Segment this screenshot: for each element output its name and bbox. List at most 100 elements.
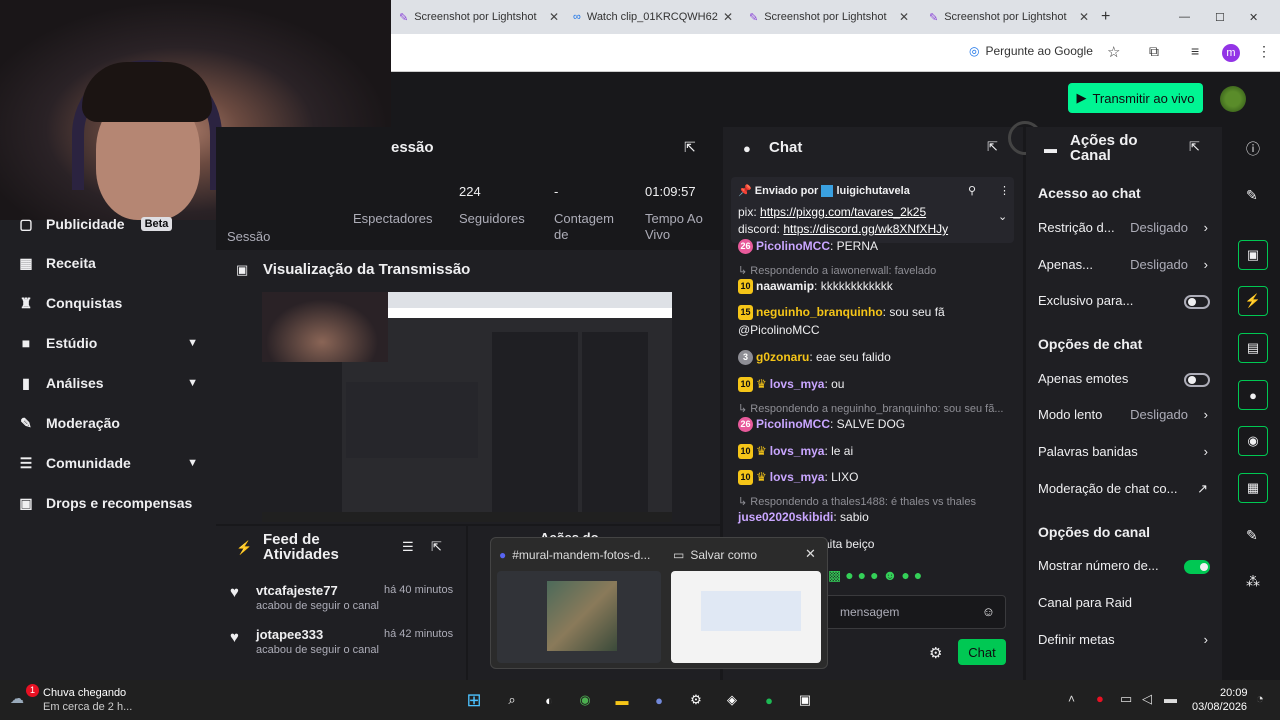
popout-icon[interactable]: ⇱ — [431, 539, 442, 555]
emoji-icon[interactable]: ☺ — [982, 604, 995, 619]
popout-icon[interactable]: ⇱ — [684, 139, 696, 156]
discord-link[interactable]: https://discord.gg/wk8XNfXHJy — [783, 222, 948, 236]
close-icon[interactable]: ✕ — [723, 10, 733, 24]
sidebar-item-studio[interactable]: ■ Estúdio ▼ — [18, 332, 198, 354]
sidebar-item-moderation[interactable]: ✎ Moderação — [18, 412, 198, 434]
new-tab-button[interactable]: + — [1101, 6, 1121, 28]
emotes-only-toggle[interactable] — [1184, 373, 1210, 387]
sidebar-item-ads[interactable]: ▢ Publicidade Beta — [18, 213, 198, 235]
chat-username[interactable]: lovs_mya — [770, 444, 825, 458]
unpin-icon[interactable]: ⚲ — [968, 184, 976, 197]
chat-username[interactable]: neguinho_branquinho — [756, 305, 883, 319]
share-icon[interactable]: ⁂ — [1246, 573, 1260, 590]
discord-thumbnail[interactable] — [497, 571, 661, 663]
chat-username[interactable]: PicolinoMCC — [756, 239, 830, 253]
popout-icon[interactable]: ⇱ — [1189, 139, 1200, 155]
exclusive-row[interactable]: Exclusivo para... — [1038, 293, 1210, 313]
sidebar-item-achievements[interactable]: ♜ Conquistas — [18, 292, 198, 314]
send-chat-button[interactable]: Chat — [958, 639, 1006, 665]
star-icon[interactable]: ☆ — [1107, 43, 1120, 61]
weather-title[interactable]: Chuva chegando — [43, 687, 126, 699]
chat-username[interactable]: lovs_mya — [770, 470, 825, 484]
steam-icon[interactable]: ◐ — [538, 689, 560, 711]
quick-action-layout[interactable]: ▦ — [1238, 473, 1268, 503]
slow-mode-row[interactable]: Modo lento Desligado › — [1038, 407, 1210, 427]
clock-time[interactable]: 20:09 — [1220, 687, 1248, 699]
network-icon[interactable]: ▭ — [1120, 691, 1132, 707]
wrench-icon[interactable]: ✎ — [1246, 527, 1258, 544]
browser-tab[interactable]: ✎ Screenshot por Lightshot ✕ — [399, 6, 559, 28]
raid-channel-row[interactable]: Canal para Raid — [1038, 595, 1210, 615]
stream-preview-image[interactable] — [262, 292, 672, 522]
close-window-icon[interactable]: ✕ — [1249, 6, 1263, 28]
discord-window-title[interactable]: ● #mural-mandem-fotos-d... — [499, 548, 650, 562]
save-dialog-thumbnail[interactable] — [671, 571, 821, 663]
chat-moderation-row[interactable]: Moderação de chat co... ↗ — [1038, 481, 1210, 501]
minimize-icon[interactable]: — — [1179, 6, 1193, 28]
discord-icon[interactable]: ● — [648, 689, 670, 711]
game-icon[interactable]: ◈ — [721, 689, 743, 711]
extensions-icon[interactable]: ⧉ — [1149, 43, 1159, 60]
exclusive-toggle[interactable] — [1184, 295, 1210, 309]
browser-tab[interactable]: ✎ Screenshot por Lightshot ✕ — [929, 6, 1089, 28]
show-viewer-count-row[interactable]: Mostrar número de... — [1038, 558, 1210, 578]
clock-date[interactable]: 03/08/2026 — [1192, 701, 1247, 713]
popout-icon[interactable]: ⇱ — [987, 139, 998, 155]
info-icon[interactable]: ⓘ — [1246, 139, 1260, 159]
sidebar-item-drops[interactable]: ▣ Drops e recompensas — [18, 492, 198, 514]
close-icon[interactable]: ✕ — [549, 10, 559, 24]
windows-start-icon[interactable]: ⊞ — [463, 689, 485, 711]
chat-username[interactable]: juse02020skibidi — [738, 510, 833, 524]
menu-icon[interactable]: ⋮ — [1257, 43, 1271, 60]
search-icon[interactable]: ⌕ — [501, 689, 523, 711]
banned-words-row[interactable]: Palavras banidas › — [1038, 444, 1210, 464]
quick-action-broadcast[interactable]: ◉ — [1238, 426, 1268, 456]
chrome-icon[interactable]: ◉ — [574, 689, 596, 711]
feed-user[interactable]: jotapee333 — [256, 627, 323, 642]
microphone-icon[interactable]: ● — [1096, 691, 1104, 706]
settings-icon[interactable]: ⚙ — [685, 689, 707, 711]
set-goals-row[interactable]: Definir metas › — [1038, 632, 1210, 652]
maximize-icon[interactable]: ☐ — [1215, 6, 1229, 28]
notifications-icon[interactable]: ◔ — [1256, 691, 1264, 706]
feed-user[interactable]: vtcafajeste77 — [256, 583, 338, 598]
app-icon[interactable]: ▣ — [794, 689, 816, 711]
browser-tab[interactable]: ✎ Screenshot por Lightshot ✕ — [749, 6, 909, 28]
emote-row[interactable]: ▩●●●☻●● — [828, 567, 926, 584]
chat-username[interactable]: g0zonaru — [756, 350, 809, 364]
battery-icon[interactable]: ▬ — [1164, 691, 1177, 706]
close-icon[interactable]: ✕ — [1079, 10, 1089, 24]
spotify-icon[interactable]: ● — [758, 689, 780, 711]
show-viewer-count-toggle[interactable] — [1184, 560, 1210, 574]
chat-username[interactable]: naawamip — [756, 279, 814, 293]
volume-icon[interactable]: ◁ — [1142, 691, 1152, 707]
ask-google-button[interactable]: ◎ Pergunte ao Google — [969, 44, 1093, 58]
quick-action-chat[interactable]: ● — [1238, 380, 1268, 410]
followers-only-row[interactable]: Apenas... Desligado › — [1038, 257, 1210, 277]
quick-action-boost[interactable]: ⚡ — [1238, 286, 1268, 316]
browser-tab[interactable]: ∞ Watch clip_01KRCQWH62 ✕ — [573, 6, 733, 28]
chevron-up-icon[interactable]: ˄ — [1068, 692, 1075, 706]
sidebar-item-analytics[interactable]: ▮ Análises ▼ — [18, 372, 198, 394]
more-icon[interactable]: ⋮ — [999, 184, 1010, 197]
gear-icon[interactable]: ⚙ — [929, 644, 942, 662]
edit-icon[interactable]: ✎ — [1246, 187, 1258, 204]
emotes-only-row[interactable]: Apenas emotes — [1038, 371, 1210, 391]
close-icon[interactable]: ✕ — [899, 10, 909, 24]
close-icon[interactable]: ✕ — [805, 546, 816, 562]
media-icon[interactable]: ≡ — [1191, 43, 1199, 59]
restriction-row[interactable]: Restrição d... Desligado › — [1038, 220, 1210, 240]
chat-username[interactable]: PicolinoMCC — [756, 417, 830, 431]
pinned-by-user[interactable]: luigichutavela — [836, 185, 909, 197]
avatar[interactable] — [1220, 86, 1246, 112]
chevron-down-icon[interactable]: ⌄ — [998, 210, 1007, 223]
chat-username[interactable]: lovs_mya — [770, 377, 825, 391]
quick-action-snapshot[interactable]: ▣ — [1238, 240, 1268, 270]
sidebar-item-community[interactable]: ☰ Comunidade ▼ — [18, 452, 198, 474]
sidebar-item-revenue[interactable]: ▦ Receita — [18, 252, 198, 274]
save-window-title[interactable]: ▭ Salvar como — [673, 548, 757, 562]
filter-icon[interactable]: ☰ — [402, 539, 414, 555]
pix-link[interactable]: https://pixgg.com/tavares_2k25 — [760, 205, 926, 219]
file-explorer-icon[interactable]: ▬ — [611, 689, 633, 711]
quick-action-notes[interactable]: ▤ — [1238, 333, 1268, 363]
